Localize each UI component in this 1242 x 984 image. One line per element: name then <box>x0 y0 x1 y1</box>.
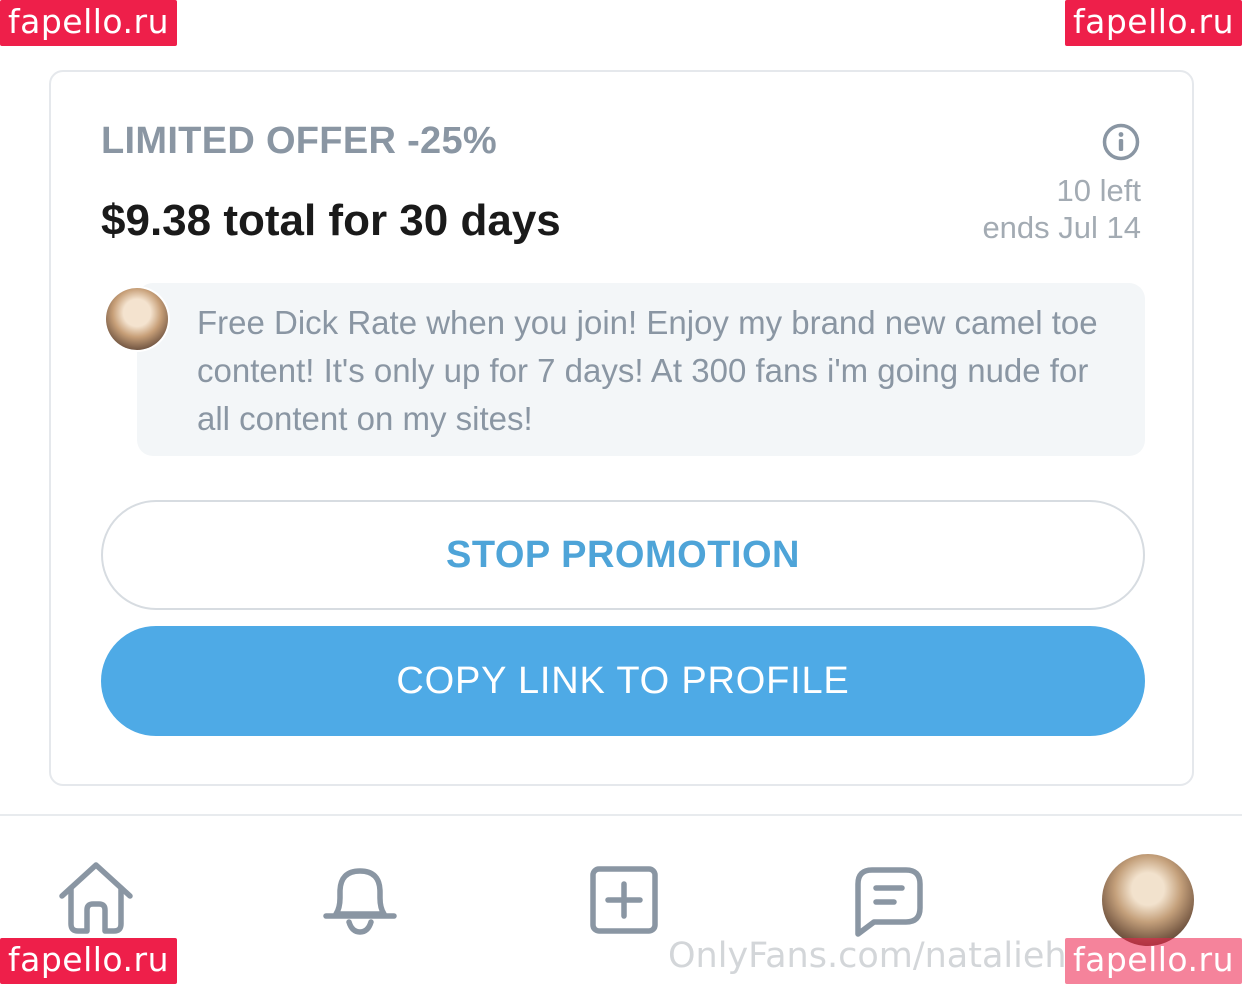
home-icon[interactable] <box>56 860 136 936</box>
info-icon[interactable] <box>1101 122 1141 162</box>
add-post-icon[interactable] <box>588 864 660 936</box>
watermark-top-left: fapello.ru <box>0 0 178 46</box>
profile-avatar[interactable] <box>1102 854 1194 946</box>
watermark-bottom-right: fapello.ru <box>1064 938 1242 984</box>
messages-icon[interactable] <box>850 864 926 940</box>
stop-promotion-button[interactable]: STOP PROMOTION <box>101 500 1145 610</box>
bell-icon[interactable] <box>320 862 400 938</box>
offer-meta: 10 left ends Jul 14 <box>982 172 1141 246</box>
offer-remaining: 10 left <box>1056 173 1141 208</box>
nav-divider <box>0 814 1242 816</box>
promotion-card: LIMITED OFFER -25% $9.38 total for 30 da… <box>49 70 1194 786</box>
offer-end-date: ends Jul 14 <box>982 210 1141 245</box>
onlyfans-url-watermark: OnlyFans.com/natalieh <box>668 936 1067 976</box>
watermark-top-right: fapello.ru <box>1064 0 1242 46</box>
copy-link-button[interactable]: COPY LINK TO PROFILE <box>101 626 1145 736</box>
avatar[interactable] <box>106 288 168 350</box>
screen: fapello.ru fapello.ru LIMITED OFFER -25%… <box>0 0 1242 984</box>
watermark-bottom-left: fapello.ru <box>0 938 178 984</box>
offer-title: LIMITED OFFER -25% <box>101 120 497 162</box>
offer-price: $9.38 total for 30 days <box>101 196 561 245</box>
offer-message: Free Dick Rate when you join! Enjoy my b… <box>137 283 1145 456</box>
